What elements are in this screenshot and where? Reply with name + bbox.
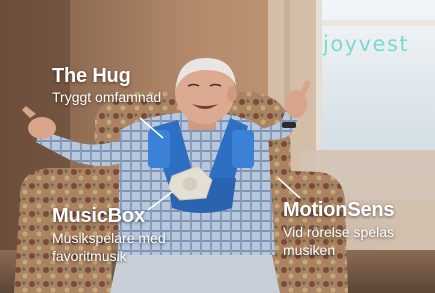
motionsens-subtitle-line1: Vid rörelse spelas [283,224,395,240]
vest-right-pad [232,130,254,168]
hand-left [28,117,56,139]
hug-title: The Hug [52,65,131,87]
motionsens-title: MotionSens [283,199,395,221]
musicbox-subtitle-line2: favoritmusik [52,248,127,264]
brand-logo: joyvest [323,32,410,56]
musicbox-title: MusicBox [52,205,145,227]
musicbox-speaker-grill [183,177,197,191]
motionsens-subtitle-line2: musiken [283,242,336,258]
ear [227,86,237,102]
musicbox-subtitle-line1: Musikspelare med [52,230,166,246]
hug-subtitle: Tryggt omfamnad [52,89,162,105]
motionsens-wristband [282,122,296,128]
vest-left-pad [148,130,170,168]
window-frame-top [318,20,435,26]
ad-banner: joyvest The Hug Tryggt omfamnad MusicBox… [0,0,435,293]
